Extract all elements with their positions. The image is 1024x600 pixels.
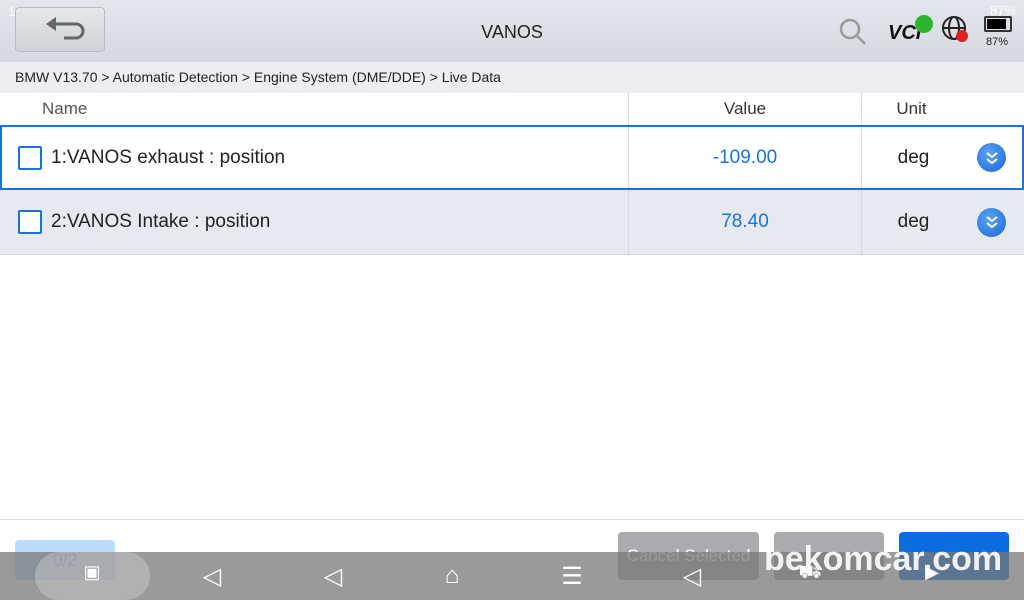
nav-home-icon[interactable]: ⌂ [432, 562, 472, 590]
vci-wifi-icon [915, 15, 933, 33]
row-checkbox[interactable] [18, 210, 42, 234]
row-name: 1:VANOS exhaust : position [51, 146, 286, 168]
breadcrumb: BMW V13.70 > Automatic Detection > Engin… [0, 62, 1024, 93]
page-title: VANOS [481, 22, 543, 42]
row-checkbox[interactable] [18, 145, 42, 170]
nav-back-icon[interactable]: ◁ [313, 562, 353, 591]
column-unit: Unit [861, 93, 961, 125]
table-row[interactable]: 2:VANOS Intake : position 78.40 deg [0, 190, 1024, 255]
row-value: -109.00 [628, 127, 861, 188]
volume-up-icon[interactable]: ◁ [672, 562, 712, 591]
table-header: Name Value Unit [0, 93, 1024, 125]
title-bar: 12:04 PM 87% VANOS VCI 87% [0, 0, 1024, 62]
expand-chevron-icon[interactable] [977, 143, 1006, 172]
row-unit: deg [861, 127, 965, 188]
expand-chevron-icon[interactable] [977, 207, 1006, 237]
watermark: bekomcar.com [764, 540, 1003, 578]
network-error-icon [942, 16, 968, 42]
battery-icon [984, 16, 1012, 32]
screenshot-icon[interactable]: ▣ [72, 562, 112, 583]
nav-menu-icon[interactable]: ☰ [552, 562, 592, 591]
row-name: 2:VANOS Intake : position [51, 211, 271, 232]
table-row[interactable]: 1:VANOS exhaust : position -109.00 deg [0, 125, 1024, 190]
battery-label: 87% [986, 36, 1009, 48]
search-icon[interactable] [838, 17, 868, 47]
row-value: 78.40 [628, 190, 861, 254]
column-value: Value [628, 93, 861, 125]
volume-down-icon[interactable]: ◁ [192, 562, 232, 591]
row-unit: deg [861, 190, 965, 254]
